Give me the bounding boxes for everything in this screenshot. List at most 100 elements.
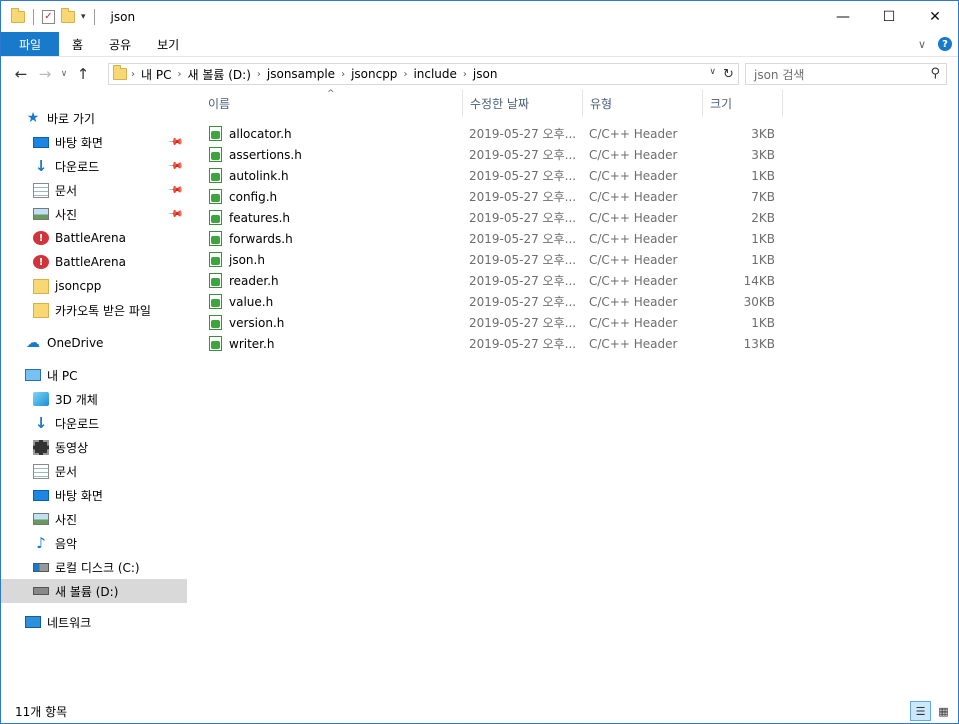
breadcrumb-item[interactable]: jsonsample (261, 67, 341, 81)
table-row[interactable]: json.h 2019-05-27 오후... C/C++ Header 1KB (201, 249, 783, 270)
sidebar-item-label: 다운로드 (55, 416, 100, 431)
sidebar-item-drive-c[interactable]: 로컬 디스크 (C:) (1, 555, 187, 579)
sort-ascending-icon: ^ (327, 89, 335, 99)
table-row[interactable]: config.h 2019-05-27 오후... C/C++ Header 7… (201, 186, 783, 207)
breadcrumb-item[interactable]: json (467, 67, 504, 81)
file-size: 1KB (751, 168, 775, 183)
sidebar-item-quick-access[interactable]: ★ 바로 가기 (1, 106, 187, 130)
expand-ribbon-icon[interactable]: ∨ (918, 38, 926, 51)
sidebar-item-this-pc[interactable]: 내 PC (1, 363, 187, 387)
table-row[interactable]: version.h 2019-05-27 오후... C/C++ Header … (201, 312, 783, 333)
column-label: 이름 (208, 97, 231, 111)
navigation-pane: ★ 바로 가기 바탕 화면 📌 ↓ 다운로드 📌 문서 📌 사진 📌 ! Bat… (1, 90, 187, 700)
folder-icon (33, 302, 49, 318)
customize-toolbar-icon[interactable]: ▾ (81, 12, 86, 22)
sidebar-item-label: 음악 (55, 536, 78, 551)
up-button[interactable]: ↑ (71, 65, 95, 83)
table-row[interactable]: allocator.h 2019-05-27 오후... C/C++ Heade… (201, 123, 783, 144)
sidebar-item-jsoncpp[interactable]: jsoncpp (1, 274, 187, 298)
table-row[interactable]: forwards.h 2019-05-27 오후... C/C++ Header… (201, 228, 783, 249)
table-row[interactable]: features.h 2019-05-27 오후... C/C++ Header… (201, 207, 783, 228)
sidebar-item-pictures[interactable]: 사진 (1, 507, 187, 531)
forward-button[interactable]: → (33, 65, 57, 83)
file-type: C/C++ Header (589, 252, 678, 267)
details-view-icon[interactable]: ☰ (910, 701, 931, 721)
search-input[interactable]: json 검색 ⚲ (745, 63, 947, 85)
table-row[interactable]: value.h 2019-05-27 오후... C/C++ Header 30… (201, 291, 783, 312)
column-label: 크기 (710, 97, 733, 111)
file-date: 2019-05-27 오후... (469, 211, 577, 225)
column-header-name[interactable]: 이름 ^ (201, 89, 463, 117)
sidebar-item-network[interactable]: 네트워크 (1, 610, 187, 634)
desktop-icon (33, 489, 49, 501)
pin-icon[interactable]: 📌 (166, 182, 183, 199)
tab-share[interactable]: 공유 (96, 32, 144, 56)
error-folder-icon: ! (33, 231, 49, 245)
back-button[interactable]: ← (9, 65, 33, 83)
help-icon[interactable]: ? (938, 37, 952, 51)
file-type: C/C++ Header (589, 315, 678, 330)
sidebar-item-videos[interactable]: 동영상 (1, 435, 187, 459)
large-icons-view-icon[interactable]: ▦ (933, 701, 954, 721)
file-date: 2019-05-27 오후... (469, 127, 577, 141)
sidebar-item-onedrive[interactable]: ☁ OneDrive (1, 331, 187, 355)
sidebar-item-battlearena[interactable]: ! BattleArena (1, 226, 187, 250)
sidebar-item-downloads[interactable]: ↓ 다운로드 (1, 411, 187, 435)
file-size: 1KB (751, 252, 775, 267)
pictures-icon (33, 208, 49, 220)
tab-home[interactable]: 홈 (59, 32, 96, 56)
table-row[interactable]: assertions.h 2019-05-27 오후... C/C++ Head… (201, 144, 783, 165)
breadcrumb-item[interactable]: 내 PC (135, 66, 177, 83)
file-type: C/C++ Header (589, 273, 678, 288)
sidebar-item-label: 새 볼륨 (D:) (55, 584, 119, 599)
sidebar-item-documents[interactable]: 문서 📌 (1, 178, 187, 202)
tab-file[interactable]: 파일 (1, 32, 59, 56)
cloud-icon: ☁ (26, 335, 40, 351)
sidebar-item-desktop[interactable]: 바탕 화면 (1, 483, 187, 507)
new-folder-icon[interactable] (61, 7, 75, 23)
sidebar-item-label: 내 PC (47, 368, 78, 383)
sidebar-item-downloads[interactable]: ↓ 다운로드 📌 (1, 154, 187, 178)
folder-icon (11, 7, 25, 23)
sidebar-item-battlearena[interactable]: ! BattleArena (1, 250, 187, 274)
sidebar-item-label: 카카오톡 받은 파일 (55, 303, 151, 318)
address-bar[interactable]: › 내 PC › 새 볼륨 (D:) › jsonsample › jsoncp… (108, 63, 739, 85)
column-header-type[interactable]: 유형 (583, 90, 703, 117)
search-icon[interactable]: ⚲ (930, 66, 940, 81)
sidebar-item-documents[interactable]: 문서 (1, 459, 187, 483)
header-file-icon (209, 294, 222, 309)
breadcrumb-item[interactable]: jsoncpp (345, 67, 403, 81)
close-button[interactable]: ✕ (912, 1, 958, 32)
column-header-size[interactable]: 크기 (703, 90, 783, 117)
pin-icon[interactable]: 📌 (166, 206, 183, 223)
tab-view[interactable]: 보기 (144, 32, 192, 56)
column-header-date[interactable]: 수정한 날짜 (463, 90, 583, 117)
header-file-icon (209, 210, 222, 225)
refresh-button[interactable]: ↻ (718, 64, 738, 84)
table-row[interactable]: autolink.h 2019-05-27 오후... C/C++ Header… (201, 165, 783, 186)
table-row[interactable]: writer.h 2019-05-27 오후... C/C++ Header 1… (201, 333, 783, 354)
pin-icon[interactable]: 📌 (166, 134, 183, 151)
header-file-icon (209, 336, 222, 351)
properties-icon[interactable]: ✓ (42, 9, 55, 24)
file-name: config.h (229, 189, 278, 204)
chevron-down-icon[interactable]: ∨ (709, 67, 716, 77)
maximize-button[interactable]: ☐ (866, 1, 912, 32)
pin-icon[interactable]: 📌 (166, 158, 183, 175)
sidebar-item-desktop[interactable]: 바탕 화면 📌 (1, 130, 187, 154)
sidebar-item-label: 사진 (55, 207, 78, 222)
minimize-button[interactable]: — (820, 1, 866, 32)
pane-splitter[interactable] (190, 90, 191, 700)
sidebar-item-kakaotalk[interactable]: 카카오톡 받은 파일 (1, 298, 187, 322)
breadcrumb-item[interactable]: 새 볼륨 (D:) (181, 66, 256, 83)
pictures-icon (33, 513, 49, 525)
sidebar-item-pictures[interactable]: 사진 📌 (1, 202, 187, 226)
breadcrumb-item[interactable]: include (407, 67, 462, 81)
table-row[interactable]: reader.h 2019-05-27 오후... C/C++ Header 1… (201, 270, 783, 291)
recent-locations-button[interactable]: ∨ (57, 69, 71, 79)
sidebar-item-3d-objects[interactable]: 3D 개체 (1, 387, 187, 411)
sidebar-item-drive-d[interactable]: 새 볼륨 (D:) (1, 579, 187, 603)
header-file-icon (209, 147, 222, 162)
sidebar-item-label: 바탕 화면 (55, 135, 103, 150)
sidebar-item-music[interactable]: ♪ 음악 (1, 531, 187, 555)
